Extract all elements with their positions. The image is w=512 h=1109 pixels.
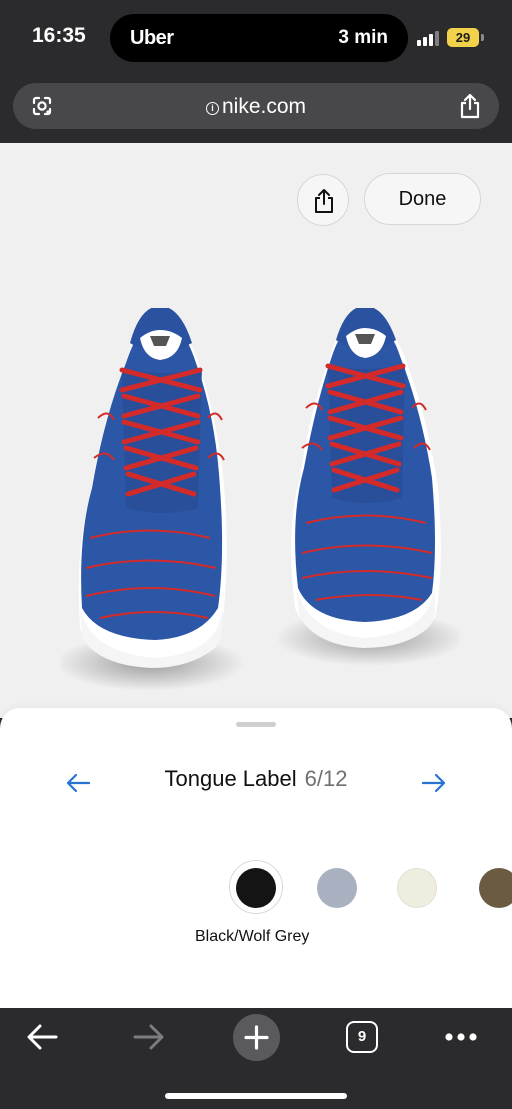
address-bar[interactable]: i nike.com xyxy=(13,83,499,129)
share-design-button[interactable] xyxy=(297,174,349,226)
share-icon xyxy=(315,189,333,213)
selected-color-name: Black/Wolf Grey xyxy=(195,928,310,945)
color-swatch-sail[interactable] xyxy=(397,868,437,908)
browser-toolbar: i nike.com xyxy=(0,78,512,143)
more-icon[interactable] xyxy=(444,1032,478,1042)
share-icon[interactable] xyxy=(458,93,482,119)
back-arrow-icon[interactable] xyxy=(26,1023,58,1051)
clock-time: 16:35 xyxy=(32,24,86,47)
customizer-bottom-sheet: Tongue Label 6/12 Black/Wolf Grey xyxy=(0,708,512,1008)
right-shoe xyxy=(291,308,441,648)
url-domain: nike.com xyxy=(221,95,307,118)
battery-tip xyxy=(481,34,484,41)
sneaker-pair-image xyxy=(60,308,460,691)
home-indicator[interactable] xyxy=(165,1093,347,1099)
live-activity-app-name: Uber xyxy=(130,27,174,49)
color-swatch-olive[interactable] xyxy=(479,868,512,908)
url-display[interactable]: i nike.com xyxy=(13,95,499,119)
done-button[interactable]: Done xyxy=(364,173,481,225)
status-bar: 16:35 Uber 3 min 29 xyxy=(0,0,512,78)
new-tab-button[interactable] xyxy=(233,1014,280,1061)
next-option-arrow-icon[interactable] xyxy=(419,768,449,798)
live-activity-island[interactable]: Uber 3 min xyxy=(110,14,408,62)
site-info-icon[interactable]: i xyxy=(205,102,219,115)
battery-icon: 29 xyxy=(447,28,479,47)
cellular-signal-icon xyxy=(417,30,441,46)
tabs-icon[interactable]: 9 xyxy=(346,1021,378,1053)
plus-icon xyxy=(244,1025,269,1050)
color-swatch-grey[interactable] xyxy=(317,868,357,908)
forward-arrow-icon[interactable] xyxy=(133,1023,165,1051)
color-swatch-black-wolf-grey[interactable] xyxy=(236,868,276,908)
sheet-grabber-handle[interactable] xyxy=(236,722,276,727)
product-3d-viewer[interactable]: Done xyxy=(0,143,512,718)
option-step-count: 6/12 xyxy=(304,766,348,791)
live-activity-eta: 3 min xyxy=(338,27,388,48)
option-name: Tongue Label xyxy=(164,766,297,791)
left-shoe xyxy=(78,308,227,668)
browser-bottom-bar: 9 xyxy=(0,1008,512,1109)
